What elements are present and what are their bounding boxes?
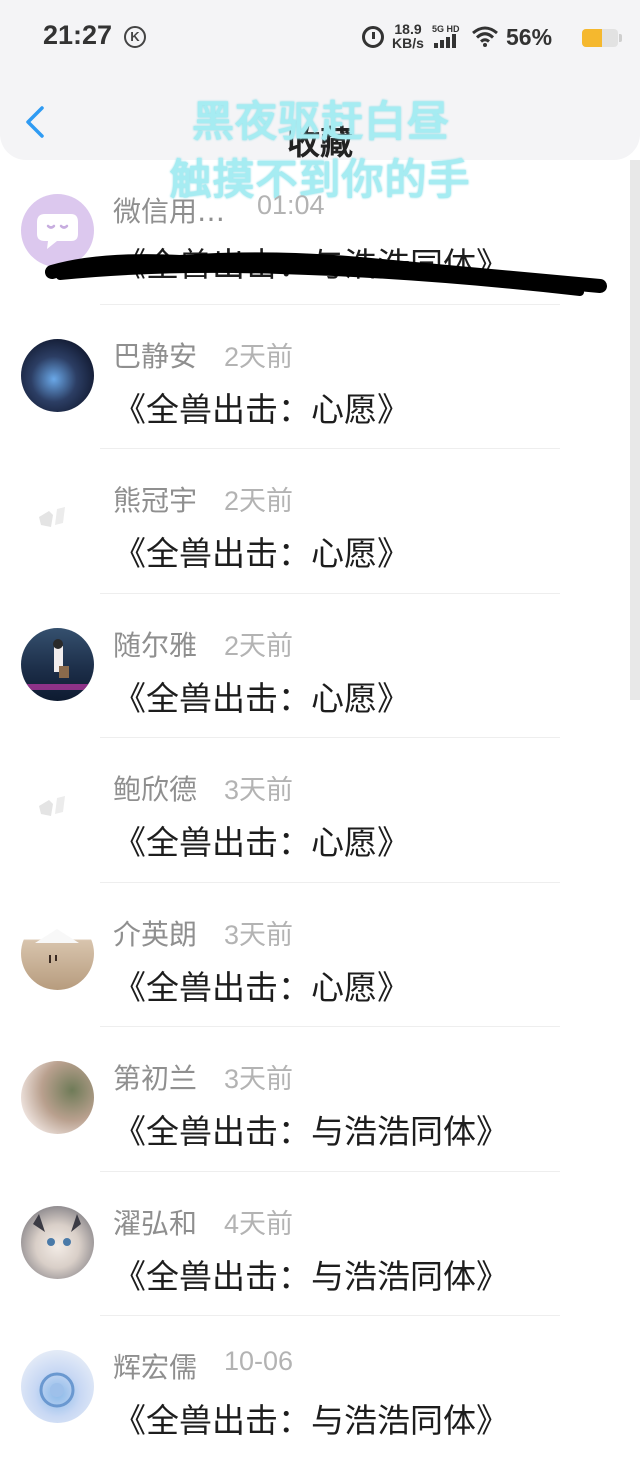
favorites-list: 微信用… 01:04 《全兽出击：与浩浩同体》 巴静安 2天前 《全兽出击：心愿…	[0, 160, 640, 1461]
list-item[interactable]: 第初兰 3天前 《全兽出击：与浩浩同体》	[0, 1027, 640, 1172]
alarm-icon	[362, 26, 384, 48]
item-time: 2天前	[224, 630, 294, 661]
item-title[interactable]: 《全兽出击：与浩浩同体》	[113, 1250, 509, 1298]
signal-icon	[434, 34, 462, 48]
item-time: 01:04	[257, 190, 325, 220]
item-time: 10-06	[224, 1346, 294, 1376]
item-user-name: 辉宏儒	[113, 1351, 198, 1384]
item-title[interactable]: 《全兽出击：与浩浩同体》	[113, 238, 509, 286]
battery-icon	[582, 29, 618, 47]
k-badge-icon: K	[124, 26, 146, 48]
anime-boy-avatar[interactable]	[21, 338, 94, 412]
battery-fill	[582, 29, 603, 47]
wechat-user-avatar[interactable]	[21, 194, 94, 267]
list-item[interactable]: 介英朗 3天前 《全兽出击：心愿》	[0, 883, 640, 1027]
scrollbar[interactable]	[630, 160, 640, 700]
status-time: 21:27	[43, 20, 113, 50]
battery-tip	[619, 34, 622, 42]
item-title[interactable]: 《全兽出击：与浩浩同体》	[113, 1105, 509, 1153]
overlay-text-line-1: 黑夜驱赶白昼	[191, 97, 450, 146]
item-time: 2天前	[224, 341, 294, 372]
item-user-name: 第初兰	[113, 1062, 198, 1095]
item-time: 2天前	[224, 486, 294, 516]
item-title[interactable]: 《全兽出击：与浩浩同体》	[113, 1394, 509, 1442]
anime-cat-avatar[interactable]	[21, 1205, 94, 1279]
item-time: 3天前	[224, 919, 294, 950]
item-user-name: 微信用…	[113, 195, 226, 228]
default-avatar[interactable]	[21, 772, 94, 845]
item-user-name: 介英朗	[113, 917, 198, 951]
item-user-name: 鲍欣德	[113, 773, 198, 806]
flower-avatar[interactable]	[21, 1061, 94, 1134]
list-item[interactable]: 熊冠宇 2天前 《全兽出击：心愿》	[0, 449, 640, 594]
item-time: 3天前	[224, 775, 294, 805]
list-item[interactable]: 随尔雅 2天前 《全兽出击：心愿》	[0, 594, 640, 738]
default-avatar[interactable]	[21, 483, 94, 556]
battery-percent: 56%	[506, 24, 553, 50]
item-user-name: 濯弘和	[113, 1206, 198, 1240]
item-user-name: 随尔雅	[113, 628, 198, 662]
item-time: 3天前	[224, 1064, 294, 1094]
item-title[interactable]: 《全兽出击：心愿》	[113, 527, 410, 575]
status-bar: 21:27 K 18.9 KB/s 5G HD 56%	[0, 0, 640, 76]
ocean-girl-avatar[interactable]	[21, 627, 94, 701]
net-speed-value: 18.9	[394, 21, 422, 37]
list-item[interactable]: 鲍欣德 3天前 《全兽出击：心愿》	[0, 738, 640, 883]
wifi-icon	[472, 26, 498, 47]
finger-face-avatar[interactable]	[21, 916, 94, 990]
item-user-name: 巴静安	[113, 339, 198, 373]
item-title[interactable]: 《全兽出击：心愿》	[113, 816, 410, 864]
signal-label: 5G HD	[432, 24, 460, 34]
item-title[interactable]: 《全兽出击：心愿》	[113, 383, 410, 431]
item-user-name: 熊冠宇	[113, 484, 198, 517]
item-title[interactable]: 《全兽出击：心愿》	[113, 672, 410, 720]
net-speed-unit: KB/s	[392, 35, 424, 51]
item-time: 4天前	[224, 1208, 294, 1239]
item-title[interactable]: 《全兽出击：心愿》	[113, 961, 410, 1009]
fantasy-avatar[interactable]	[21, 1350, 94, 1423]
list-item[interactable]: 辉宏儒 10-06 《全兽出击：与浩浩同体》	[0, 1316, 640, 1461]
list-item[interactable]: 微信用… 01:04 《全兽出击：与浩浩同体》	[0, 160, 640, 305]
list-item[interactable]: 濯弘和 4天前 《全兽出击：与浩浩同体》	[0, 1172, 640, 1316]
net-speed: 18.9 KB/s	[390, 22, 426, 50]
list-item[interactable]: 巴静安 2天前 《全兽出击：心愿》	[0, 305, 640, 449]
